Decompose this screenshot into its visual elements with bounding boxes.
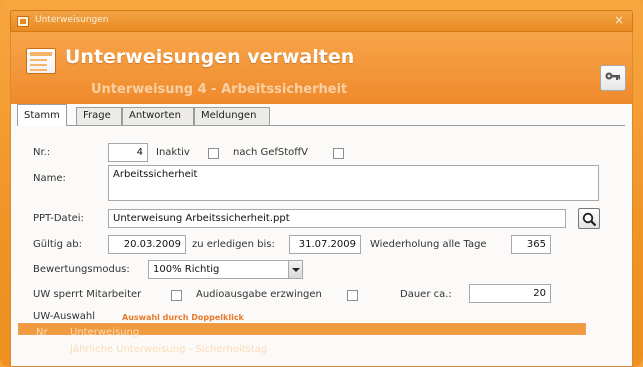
- ppt-field[interactable]: Unterweisung Arbeitssicherheit.ppt: [108, 209, 566, 228]
- form-window: Unterweisungen verwalten Unterweisung 4 …: [10, 32, 633, 367]
- page-subtitle: Unterweisung 4 - Arbeitssicherheit: [91, 82, 348, 97]
- audio-label: Audioausgabe erzwingen: [196, 289, 322, 300]
- title-bar: Unterweisungen ×: [10, 10, 633, 32]
- form-header: Unterweisungen verwalten Unterweisung 4 …: [11, 32, 632, 104]
- ppt-label: PPT-Datei:: [33, 213, 84, 224]
- close-button[interactable]: ×: [614, 14, 624, 26]
- bewertung-value: 100% Richtig: [153, 264, 220, 275]
- app-frame: Unterweisungen × Unterweisungen verwalte…: [0, 0, 643, 367]
- gefstoffv-label: nach GefStoffV: [233, 147, 309, 158]
- uw-sperrt-checkbox[interactable]: [171, 290, 182, 301]
- uw-sperrt-label: UW sperrt Mitarbeiter: [33, 289, 142, 300]
- wiederholung-field[interactable]: 365: [511, 235, 551, 254]
- name-field[interactable]: Arbeitssicherheit: [108, 165, 599, 201]
- tab-frage[interactable]: Frage: [76, 107, 122, 125]
- erledigen-field[interactable]: 31.07.2009: [289, 235, 361, 254]
- gueltig-label: Gültig ab:: [33, 239, 82, 250]
- page-title: Unterweisungen verwalten: [65, 46, 355, 68]
- dauer-field[interactable]: 20: [469, 284, 551, 303]
- uw-list-header-nr: Nr: [36, 327, 48, 338]
- gueltig-field[interactable]: 20.03.2009: [108, 235, 186, 254]
- tab-antworten[interactable]: Antworten: [122, 107, 194, 125]
- audio-checkbox[interactable]: [347, 290, 358, 301]
- form-icon: [26, 48, 56, 74]
- bewertung-select[interactable]: 100% Richtig: [148, 260, 303, 279]
- name-label: Name:: [33, 173, 66, 184]
- chevron-down-icon[interactable]: [288, 261, 302, 278]
- window-title: Unterweisungen: [35, 15, 109, 25]
- inaktiv-checkbox[interactable]: [208, 148, 219, 159]
- bewertung-label: Bewertungsmodus:: [33, 264, 130, 275]
- tab-meldungen[interactable]: Meldungen: [194, 107, 270, 125]
- key-icon: [605, 72, 621, 80]
- uw-auswahl-hint: Auswahl durch Doppelklick: [122, 313, 244, 322]
- app-icon: [17, 16, 29, 27]
- tab-stamm[interactable]: Stamm: [17, 104, 67, 126]
- key-button[interactable]: [600, 65, 626, 91]
- gefstoffv-checkbox[interactable]: [333, 148, 344, 159]
- wiederholung-label: Wiederholung alle Tage: [370, 239, 487, 250]
- list-item[interactable]: Jährliche Unterweisung - Sicherheitstag: [70, 344, 267, 355]
- dauer-label: Dauer ca.:: [400, 289, 452, 300]
- tab-divider: [17, 125, 625, 126]
- erledigen-label: zu erledigen bis:: [192, 239, 275, 250]
- uw-auswahl-label: UW-Auswahl: [33, 311, 96, 322]
- uw-list-header-name: Unterweisung: [70, 327, 140, 338]
- magnifier-icon: [582, 212, 597, 227]
- nr-label: Nr.:: [33, 147, 51, 158]
- browse-button[interactable]: [578, 208, 600, 229]
- nr-field[interactable]: 4: [108, 143, 148, 162]
- inaktiv-label: Inaktiv: [156, 147, 190, 158]
